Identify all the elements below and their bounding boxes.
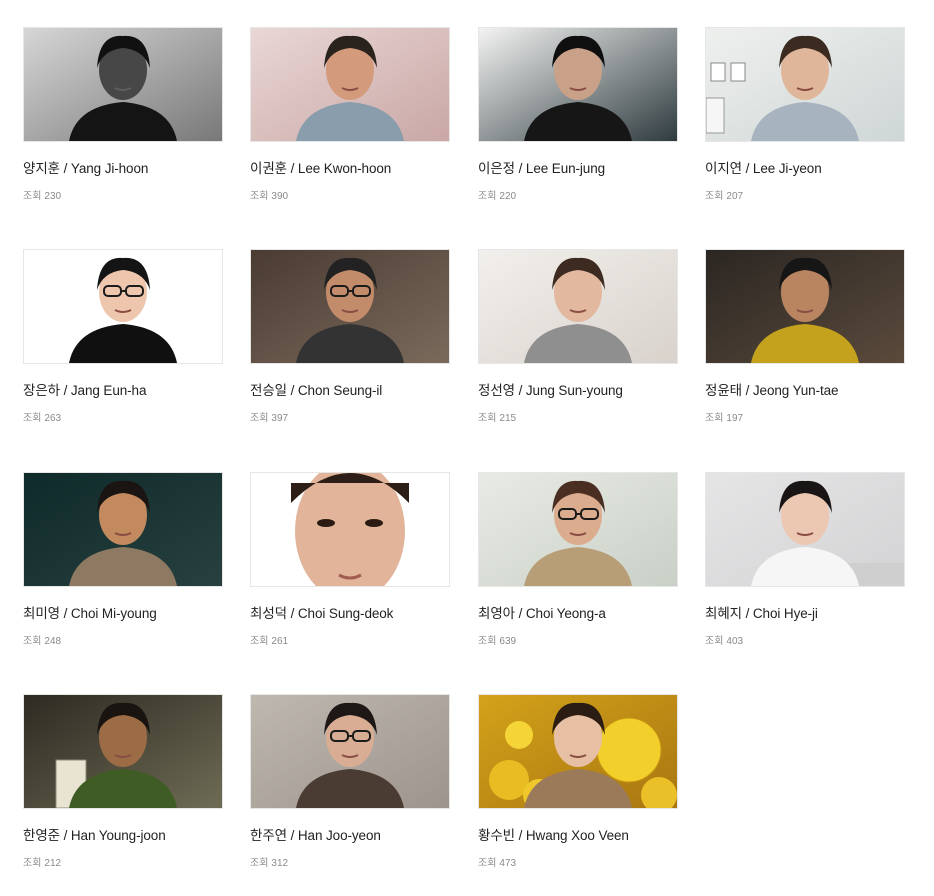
artist-name[interactable]: 전승일 / Chon Seung-il [250, 383, 450, 399]
view-count: 조회 639 [478, 636, 678, 648]
artist-photo[interactable] [250, 249, 450, 364]
artist-photo[interactable] [705, 249, 905, 364]
artist-name[interactable]: 정윤태 / Jeong Yun-tae [705, 383, 905, 399]
view-count-label: 조회 [23, 636, 42, 647]
view-count-label: 조회 [705, 191, 724, 202]
view-count-label: 조회 [250, 636, 269, 647]
view-count-value: 639 [499, 636, 517, 647]
artist-name[interactable]: 이은정 / Lee Eun-jung [478, 161, 678, 177]
artist-name[interactable]: 이권훈 / Lee Kwon-hoon [250, 161, 450, 177]
view-count-label: 조회 [23, 413, 42, 424]
view-count: 조회 230 [23, 191, 223, 203]
view-count-value: 261 [271, 636, 289, 647]
view-count-value: 220 [499, 191, 517, 202]
artist-card[interactable]: 이은정 / Lee Eun-jung 조회 220 [478, 27, 678, 203]
artist-photo[interactable] [23, 27, 223, 142]
artist-name[interactable]: 최혜지 / Choi Hye-ji [705, 606, 905, 622]
artist-photo[interactable] [23, 249, 223, 364]
view-count-label: 조회 [250, 413, 269, 424]
view-count-value: 207 [726, 191, 744, 202]
artist-photo[interactable] [478, 27, 678, 142]
view-count-value: 230 [44, 191, 62, 202]
view-count-value: 263 [44, 413, 62, 424]
view-count: 조회 403 [705, 636, 905, 648]
view-count-value: 397 [271, 413, 289, 424]
artist-photo[interactable] [705, 472, 905, 587]
view-count-label: 조회 [478, 191, 497, 202]
view-count: 조회 207 [705, 191, 905, 203]
view-count: 조회 473 [478, 858, 678, 870]
view-count-value: 197 [726, 413, 744, 424]
view-count-value: 248 [44, 636, 62, 647]
view-count-label: 조회 [705, 413, 724, 424]
view-count-value: 215 [499, 413, 517, 424]
view-count-value: 390 [271, 191, 289, 202]
artist-card[interactable]: 정윤태 / Jeong Yun-tae 조회 197 [705, 249, 905, 425]
artist-card[interactable]: 한영준 / Han Young-joon 조회 212 [23, 694, 223, 870]
artist-photo[interactable] [478, 249, 678, 364]
artist-photo[interactable] [250, 694, 450, 809]
view-count: 조회 390 [250, 191, 450, 203]
artist-name[interactable]: 양지훈 / Yang Ji-hoon [23, 161, 223, 177]
view-count: 조회 312 [250, 858, 450, 870]
view-count-label: 조회 [250, 191, 269, 202]
artist-name[interactable]: 황수빈 / Hwang Xoo Veen [478, 828, 678, 844]
artist-photo[interactable] [250, 472, 450, 587]
artist-name[interactable]: 한영준 / Han Young-joon [23, 828, 223, 844]
view-count-label: 조회 [478, 413, 497, 424]
artist-name[interactable]: 한주연 / Han Joo-yeon [250, 828, 450, 844]
view-count: 조회 397 [250, 413, 450, 425]
view-count: 조회 261 [250, 636, 450, 648]
artist-name[interactable]: 최성덕 / Choi Sung-deok [250, 606, 450, 622]
artist-name[interactable]: 이지연 / Lee Ji-yeon [705, 161, 905, 177]
view-count: 조회 197 [705, 413, 905, 425]
view-count-value: 473 [499, 858, 517, 869]
view-count-label: 조회 [478, 636, 497, 647]
view-count-label: 조회 [23, 191, 42, 202]
view-count: 조회 248 [23, 636, 223, 648]
artist-card[interactable]: 한주연 / Han Joo-yeon 조회 312 [250, 694, 450, 870]
view-count-label: 조회 [23, 858, 42, 869]
view-count: 조회 220 [478, 191, 678, 203]
artist-name[interactable]: 정선영 / Jung Sun-young [478, 383, 678, 399]
view-count-value: 312 [271, 858, 289, 869]
artist-card[interactable]: 황수빈 / Hwang Xoo Veen 조회 473 [478, 694, 678, 870]
view-count-value: 403 [726, 636, 744, 647]
artist-name[interactable]: 최영아 / Choi Yeong-a [478, 606, 678, 622]
view-count-value: 212 [44, 858, 62, 869]
view-count-label: 조회 [705, 636, 724, 647]
view-count: 조회 212 [23, 858, 223, 870]
artist-card[interactable]: 양지훈 / Yang Ji-hoon 조회 230 [23, 27, 223, 203]
view-count-label: 조회 [478, 858, 497, 869]
artist-grid: 양지훈 / Yang Ji-hoon 조회 230 이권훈 / Lee Kwon-h… [0, 0, 934, 896]
artist-name[interactable]: 장은하 / Jang Eun-ha [23, 383, 223, 399]
view-count: 조회 215 [478, 413, 678, 425]
artist-photo[interactable] [250, 27, 450, 142]
artist-card[interactable]: 최성덕 / Choi Sung-deok 조회 261 [250, 472, 450, 648]
artist-card[interactable]: 최영아 / Choi Yeong-a 조회 639 [478, 472, 678, 648]
artist-photo[interactable] [478, 472, 678, 587]
artist-card[interactable]: 최혜지 / Choi Hye-ji 조회 403 [705, 472, 905, 648]
artist-card[interactable]: 이권훈 / Lee Kwon-hoon 조회 390 [250, 27, 450, 203]
artist-photo[interactable] [705, 27, 905, 142]
view-count: 조회 263 [23, 413, 223, 425]
artist-photo[interactable] [23, 694, 223, 809]
view-count-label: 조회 [250, 858, 269, 869]
artist-photo[interactable] [23, 472, 223, 587]
artist-card[interactable]: 정선영 / Jung Sun-young 조회 215 [478, 249, 678, 425]
artist-card[interactable]: 이지연 / Lee Ji-yeon 조회 207 [705, 27, 905, 203]
artist-card[interactable]: 최미영 / Choi Mi-young 조회 248 [23, 472, 223, 648]
artist-name[interactable]: 최미영 / Choi Mi-young [23, 606, 223, 622]
artist-card[interactable]: 전승일 / Chon Seung-il 조회 397 [250, 249, 450, 425]
artist-card[interactable]: 장은하 / Jang Eun-ha 조회 263 [23, 249, 223, 425]
artist-photo[interactable] [478, 694, 678, 809]
